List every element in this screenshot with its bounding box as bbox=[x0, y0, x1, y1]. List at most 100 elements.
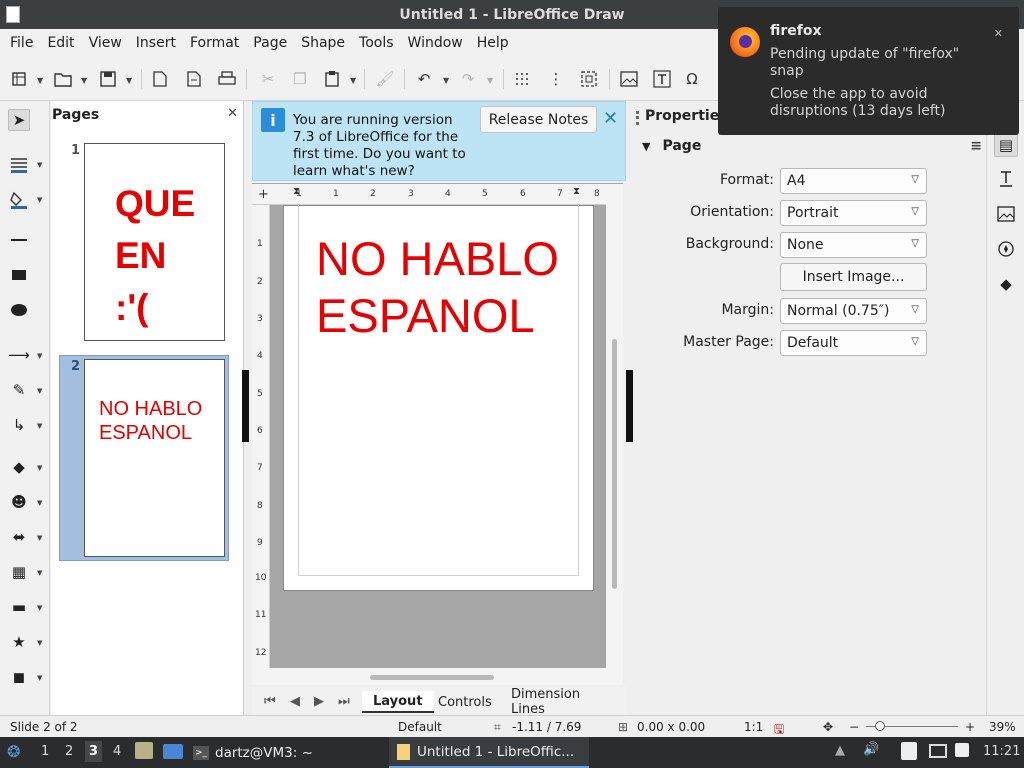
curve-tool-icon[interactable]: ✎ bbox=[8, 379, 30, 401]
vertical-ruler[interactable]: 1 2 3 4 5 6 7 8 9 10 11 12 bbox=[252, 205, 270, 668]
close-icon[interactable]: ✕ bbox=[603, 108, 618, 129]
page-thumbnail-2[interactable]: NO HABLO ESPANOL bbox=[84, 359, 225, 557]
3d-objects-icon[interactable]: ◼ bbox=[8, 666, 30, 688]
zoom-level[interactable]: 39% bbox=[989, 720, 1016, 734]
new-document-icon[interactable] bbox=[8, 68, 30, 90]
horizontal-scrollbar[interactable] bbox=[252, 668, 623, 685]
last-tab-icon[interactable]: ⏭ bbox=[338, 694, 350, 709]
close-icon[interactable]: ✕ bbox=[994, 27, 1003, 40]
insert-textbox-icon[interactable] bbox=[651, 68, 673, 90]
zoom-slider-thumb[interactable] bbox=[875, 721, 885, 731]
first-tab-icon[interactable]: ⏮ bbox=[264, 694, 276, 709]
zoom-page-icon[interactable] bbox=[578, 68, 600, 90]
background-select[interactable]: None ▽ bbox=[780, 232, 927, 258]
copy-icon[interactable]: ❐ bbox=[289, 68, 311, 90]
clipboard-icon[interactable] bbox=[901, 742, 917, 760]
workspace-3[interactable]: 3 bbox=[85, 741, 103, 762]
zoom-out-icon[interactable]: − bbox=[849, 720, 859, 734]
chevron-down-icon[interactable]: ▼ bbox=[642, 140, 650, 153]
styles-deck-icon[interactable] bbox=[994, 167, 1018, 191]
tab-controls[interactable]: Controls bbox=[427, 691, 503, 713]
vertical-scrollbar[interactable] bbox=[606, 184, 623, 668]
close-icon[interactable]: ✕ bbox=[227, 106, 238, 121]
gallery-deck-icon[interactable] bbox=[994, 202, 1018, 226]
insert-image-button[interactable]: Insert Image... bbox=[780, 263, 927, 291]
taskbar-terminal[interactable]: >_ dartz@VM3: ~ bbox=[193, 737, 313, 768]
block-arrows-icon[interactable]: ⬌ bbox=[8, 526, 30, 548]
release-notes-button[interactable]: Release Notes bbox=[480, 106, 597, 133]
chevron-down-icon[interactable]: ▼ bbox=[37, 639, 42, 647]
tab-dimension-lines[interactable]: Dimension Lines bbox=[500, 687, 626, 717]
page-section-header[interactable]: ▼ Page ≡ bbox=[634, 132, 986, 160]
chevron-down-icon[interactable]: ▼ bbox=[37, 422, 42, 430]
chevron-down-icon[interactable]: ▼ bbox=[37, 352, 42, 360]
menu-help[interactable]: Help bbox=[470, 31, 516, 55]
save-icon[interactable] bbox=[97, 68, 119, 90]
page-thumbnail-1[interactable]: QUE EN :'( bbox=[84, 143, 225, 341]
chevron-down-icon[interactable]: ▼ bbox=[37, 569, 42, 577]
open-folder-icon[interactable] bbox=[52, 68, 74, 90]
chevron-down-icon[interactable]: ▼ bbox=[37, 674, 42, 682]
workspace-1[interactable]: 1 bbox=[41, 744, 49, 759]
menu-insert[interactable]: Insert bbox=[129, 31, 183, 55]
next-tab-icon[interactable]: ▶ bbox=[314, 694, 324, 709]
orientation-select[interactable]: Portrait ▽ bbox=[780, 200, 927, 226]
notification-popup[interactable]: firefox ✕ Pending update of "firefox" sn… bbox=[718, 7, 1019, 135]
margin-select[interactable]: Normal (0.75″) ▽ bbox=[780, 298, 927, 324]
tray-updates-icon[interactable]: ▲ bbox=[835, 743, 845, 758]
symbol-shapes-icon[interactable]: ☻ bbox=[8, 491, 30, 513]
grid-icon[interactable] bbox=[511, 68, 533, 90]
export-pdf-icon[interactable] bbox=[183, 68, 205, 90]
rectangle-tool-icon[interactable] bbox=[8, 264, 30, 286]
scrollbar-thumb[interactable] bbox=[370, 675, 494, 680]
chevron-down-icon[interactable]: ▼ bbox=[37, 76, 43, 85]
shapes-deck-icon[interactable]: ◆ bbox=[994, 272, 1018, 296]
scrollbar-thumb[interactable] bbox=[612, 339, 617, 589]
pages-pane-splitter[interactable] bbox=[242, 370, 249, 442]
chevron-down-icon[interactable]: ▼ bbox=[81, 76, 87, 85]
indent-marker-icon[interactable]: ⧗ bbox=[293, 186, 300, 197]
menu-window[interactable]: Window bbox=[401, 31, 470, 55]
insert-image-icon[interactable] bbox=[618, 68, 640, 90]
properties-deck-icon[interactable]: ▤ bbox=[994, 133, 1018, 157]
chevron-down-icon[interactable]: ▼ bbox=[37, 604, 42, 612]
chevron-down-icon[interactable]: ▼ bbox=[37, 499, 42, 507]
horizontal-ruler[interactable]: + 1 1 2 3 4 5 6 7 8 ⧗ ⧗ bbox=[252, 184, 606, 205]
chevron-down-icon[interactable]: ▼ bbox=[37, 387, 42, 395]
cut-icon[interactable]: ✂ bbox=[257, 68, 279, 90]
chevron-down-icon[interactable]: ▼ bbox=[37, 464, 42, 472]
chevron-down-icon[interactable]: ▼ bbox=[37, 161, 42, 169]
display-icon[interactable] bbox=[929, 744, 947, 758]
file-manager-icon[interactable] bbox=[135, 742, 153, 759]
navigator-deck-icon[interactable] bbox=[994, 237, 1018, 261]
chevron-down-icon[interactable]: ▼ bbox=[443, 76, 449, 85]
select-arrow-icon[interactable]: ➤ bbox=[8, 109, 30, 131]
taskbar-libreoffice[interactable]: Untitled 1 - LibreOffic... bbox=[389, 737, 589, 768]
desktop-icon[interactable] bbox=[163, 744, 183, 759]
chevron-down-icon[interactable]: ▼ bbox=[350, 76, 356, 85]
chevron-down-icon[interactable]: ▼ bbox=[487, 76, 493, 85]
chevron-down-icon[interactable]: ▼ bbox=[37, 196, 42, 204]
chevron-down-icon[interactable]: ▼ bbox=[37, 534, 42, 542]
export-icon[interactable] bbox=[149, 68, 171, 90]
previous-tab-icon[interactable]: ◀ bbox=[290, 694, 300, 709]
basic-shapes-icon[interactable]: ◆ bbox=[8, 456, 30, 478]
menu-view[interactable]: View bbox=[82, 31, 129, 55]
special-character-icon[interactable]: Ω bbox=[681, 68, 703, 90]
print-icon[interactable] bbox=[216, 68, 238, 90]
format-select[interactable]: A4 ▽ bbox=[780, 168, 927, 194]
tab-layout[interactable]: Layout bbox=[362, 691, 434, 713]
fit-page-icon[interactable]: ✥ bbox=[823, 720, 833, 734]
scale-indicator[interactable]: 1:1 bbox=[744, 720, 763, 734]
paste-icon[interactable] bbox=[321, 68, 343, 90]
redo-icon[interactable]: ↷ bbox=[457, 68, 479, 90]
workspace-2[interactable]: 2 bbox=[65, 744, 73, 759]
notification-icon[interactable] bbox=[955, 743, 969, 757]
stars-icon[interactable]: ★ bbox=[8, 631, 30, 653]
clone-formatting-icon[interactable]: 🖌 bbox=[374, 68, 396, 90]
flowchart-icon[interactable]: ▦ bbox=[8, 561, 30, 583]
master-page-select[interactable]: Default ▽ bbox=[780, 330, 927, 356]
line-color-icon[interactable] bbox=[8, 153, 30, 175]
callouts-icon[interactable]: ▬ bbox=[8, 596, 30, 618]
volume-icon[interactable]: 🔊 bbox=[863, 742, 879, 757]
